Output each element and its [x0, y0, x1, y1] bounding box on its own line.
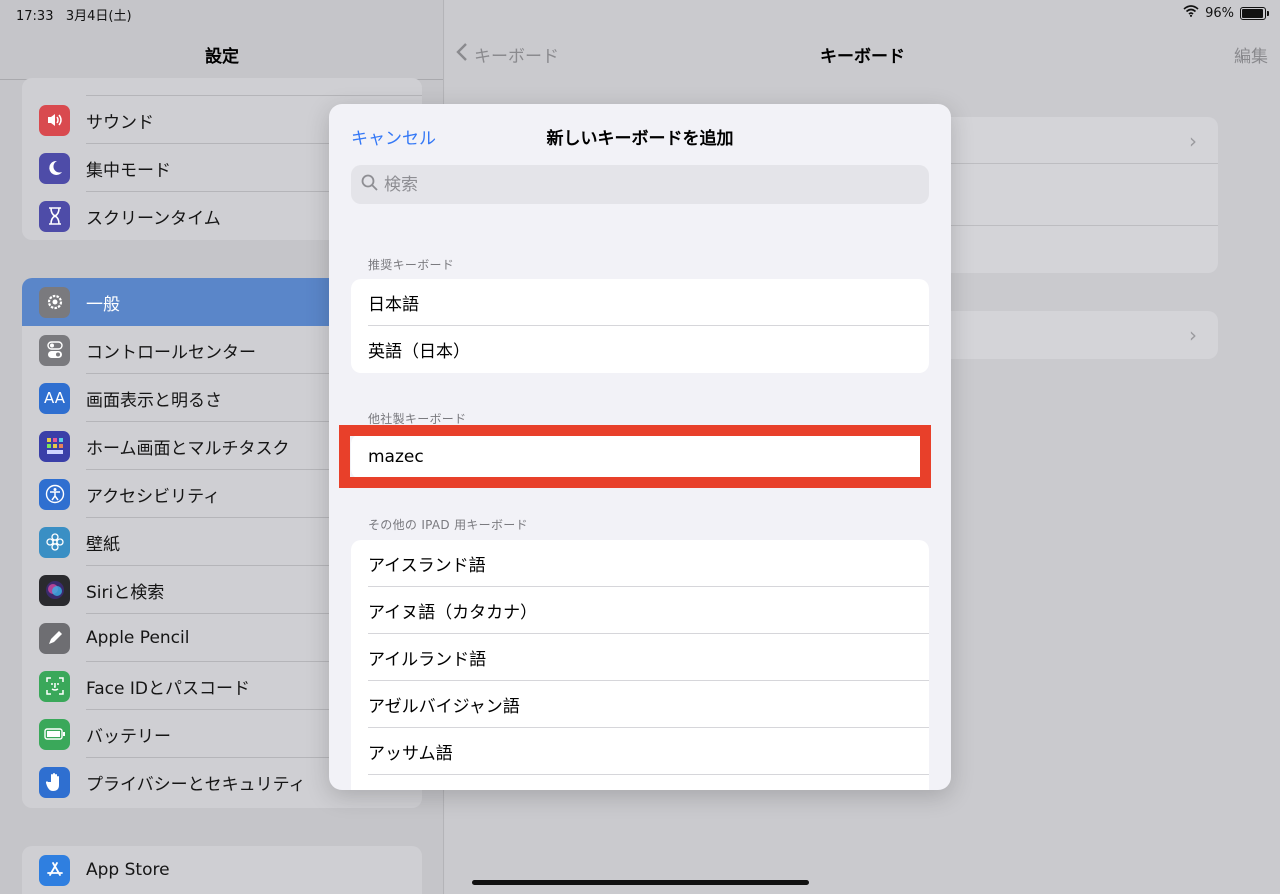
pencil-icon [39, 622, 70, 654]
text-size-icon: AA [39, 382, 70, 414]
keyboard-option-label: アイルランド語 [368, 650, 487, 670]
home-indicator[interactable] [472, 880, 809, 885]
keyboard-option-ainu[interactable]: アイヌ語（カタカナ） [351, 587, 929, 634]
search-input[interactable] [384, 174, 904, 195]
recommended-keyboard-list: 日本語 英語（日本） [351, 279, 929, 373]
hourglass-icon [39, 200, 70, 232]
app-store-icon [39, 854, 70, 886]
keyboard-option-japanese[interactable]: 日本語 [351, 279, 929, 326]
chevron-left-icon [456, 42, 468, 67]
sidebar-item-label: 壁紙 [86, 534, 120, 555]
sidebar-item-label: バッテリー [86, 726, 171, 747]
edit-button[interactable]: 編集 [1234, 42, 1268, 67]
keyboard-option-label: アイスランド語 [368, 556, 486, 576]
keyboard-option-label: 英語（日本） [368, 342, 470, 362]
sidebar-item-label: App Store [86, 860, 170, 880]
sidebar-item-label: Face IDとパスコード [86, 678, 250, 699]
keyboard-option-azerbaijani[interactable]: アゼルバイジャン語 [351, 681, 929, 728]
chevron-right-icon: › [1189, 129, 1197, 153]
sidebar-item-label: サウンド [86, 112, 154, 133]
face-id-icon [39, 670, 70, 702]
sidebar-item-app-store[interactable]: App Store [22, 846, 422, 894]
sidebar-item-label: ホーム画面とマルチタスク [86, 438, 290, 459]
sheet-title: 新しいキーボードを追加 [546, 129, 734, 149]
moon-icon [39, 152, 70, 184]
keyboard-option-english-japan[interactable]: 英語（日本） [351, 326, 929, 373]
battery-icon [39, 718, 70, 750]
sidebar-item-label: スクリーンタイム [86, 208, 221, 229]
keyboard-option-label: アゼルバイジャン語 [368, 697, 520, 717]
flower-icon [39, 526, 70, 558]
sidebar-item-label: Apple Pencil [86, 628, 190, 648]
section-header-recommended: 推奨キーボード [368, 258, 455, 272]
toggles-icon [39, 334, 70, 366]
chevron-right-icon: › [1189, 323, 1197, 347]
hand-icon [39, 766, 70, 798]
sidebar-item-label: 一般 [86, 294, 120, 315]
battery-status-icon [1240, 6, 1269, 20]
keyboard-option-label: アイヌ語（カタカナ） [368, 603, 538, 623]
search-icon [361, 174, 378, 196]
accessibility-icon [39, 478, 70, 510]
highlight-annotation-box [339, 425, 931, 488]
status-right: 96% [1183, 5, 1269, 21]
battery-percent: 96% [1205, 5, 1234, 21]
wifi-icon [1183, 5, 1199, 21]
sidebar-item-label: アクセシビリティ [86, 486, 221, 507]
keyboard-option-icelandic[interactable]: アイスランド語 [351, 540, 929, 587]
add-keyboard-sheet: キャンセル 新しいキーボードを追加 推奨キーボード 日本語 英語（日本） 他社製… [329, 104, 951, 790]
section-header-other: その他の IPAD 用キーボード [368, 518, 528, 532]
detail-title: キーボード [820, 47, 905, 67]
search-bar[interactable] [351, 165, 929, 204]
back-button[interactable]: キーボード [456, 42, 559, 67]
sidebar-item-label: 画面表示と明るさ [86, 390, 222, 411]
sidebar-group-3: App Store [22, 846, 422, 894]
grid-icon [39, 430, 70, 462]
siri-icon [39, 574, 70, 606]
sidebar-item-label: 集中モード [86, 160, 171, 181]
gear-icon [39, 286, 70, 318]
keyboard-option-label: 日本語 [368, 295, 419, 315]
keyboard-option-assamese[interactable]: アッサム語 [351, 728, 929, 775]
sidebar-item-label: Siriと検索 [86, 582, 165, 603]
sidebar-item-label: コントロールセンター [86, 342, 256, 363]
keyboard-option-label: アッサム語 [368, 744, 453, 764]
status-time-date: 17:33 3月4日(土) [16, 9, 132, 24]
sidebar-item-label: プライバシーとセキュリティ [86, 774, 306, 795]
speaker-icon [39, 104, 70, 136]
back-button-label: キーボード [474, 47, 559, 67]
keyboard-option-irish[interactable]: アイルランド語 [351, 634, 929, 681]
other-keyboard-list: アイスランド語 アイヌ語（カタカナ） アイルランド語 アゼルバイジャン語 アッサ… [351, 540, 929, 790]
sidebar-title: 設定 [205, 47, 239, 67]
